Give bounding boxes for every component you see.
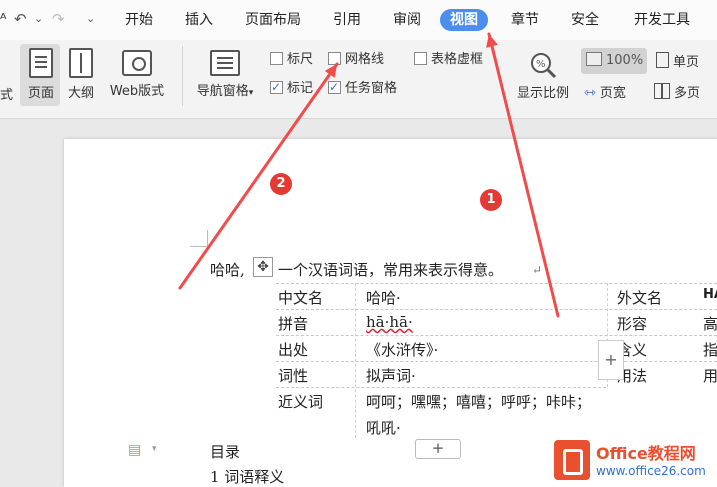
annotation-arrow-1-shaft xyxy=(487,32,560,318)
watermark: Office教程网 www.office26.com xyxy=(548,436,717,487)
annotation-badge-2: 2 xyxy=(270,173,292,195)
annotation-badge-1: 1 xyxy=(480,189,502,211)
office-logo-icon xyxy=(554,440,590,480)
watermark-url: www.office26.com xyxy=(596,464,706,478)
annotation-arrows xyxy=(178,32,560,318)
annotation-arrow-2-head xyxy=(324,64,337,78)
annotation-arrow-2-shaft xyxy=(178,62,339,290)
annotation-arrow-1-head xyxy=(486,34,498,48)
watermark-title: Office教程网 xyxy=(596,444,696,463)
